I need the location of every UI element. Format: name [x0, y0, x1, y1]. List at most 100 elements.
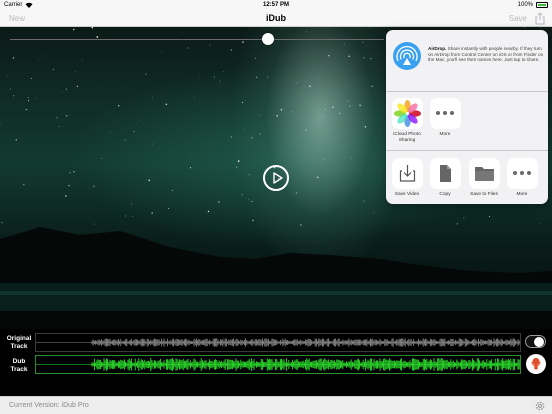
scrub-slider-track[interactable] — [10, 39, 384, 40]
star — [22, 183, 25, 186]
star — [28, 100, 30, 102]
share-sheet: AirDrop. Share instantly with people nea… — [386, 30, 548, 204]
share-app-icloud-photo-sharing[interactable]: iCloud Photo Sharing — [388, 98, 426, 144]
star — [44, 55, 46, 57]
play-button[interactable] — [263, 165, 289, 191]
action-save-video[interactable]: Save Video — [388, 158, 426, 198]
star — [295, 82, 297, 84]
star — [91, 27, 94, 29]
star — [540, 27, 541, 29]
star — [30, 77, 32, 79]
star — [363, 57, 365, 59]
star — [259, 133, 261, 135]
share-app-label: More — [439, 132, 451, 137]
action-copy[interactable]: Copy — [426, 158, 464, 198]
save-button[interactable]: Save — [509, 14, 527, 23]
action-more[interactable]: More — [503, 158, 541, 198]
action-save-to-files[interactable]: Save to Files — [465, 158, 503, 198]
star — [213, 76, 215, 78]
star — [316, 176, 319, 179]
gear-icon[interactable] — [534, 400, 546, 412]
share-icon[interactable] — [534, 12, 546, 25]
star — [93, 185, 95, 187]
star — [73, 28, 75, 31]
star — [190, 167, 192, 169]
star — [370, 58, 372, 60]
star — [92, 34, 94, 35]
star — [7, 75, 8, 77]
mountain-silhouette — [0, 227, 552, 329]
star — [237, 160, 240, 162]
star — [348, 55, 351, 58]
star — [305, 31, 307, 33]
star — [65, 88, 67, 90]
star — [139, 121, 141, 123]
battery-icon — [536, 2, 548, 8]
star — [198, 76, 200, 78]
star — [13, 95, 15, 97]
star — [332, 106, 334, 109]
action-label: Copy — [439, 192, 451, 197]
star — [219, 80, 221, 82]
dub-waveform-graphic — [36, 358, 520, 371]
star — [305, 129, 307, 131]
action-label: Save to Files — [470, 192, 498, 197]
original-track-label: Original Track — [6, 335, 32, 350]
audio-tracks: Original Track Dub Track — [0, 329, 552, 396]
airdrop-description: AirDrop. Share instantly with people nea… — [428, 46, 544, 63]
photos-icon — [391, 98, 423, 129]
star — [124, 139, 126, 141]
more-icon — [429, 98, 461, 129]
more-icon — [506, 158, 538, 189]
star — [359, 104, 361, 107]
star — [244, 128, 245, 129]
star — [133, 130, 135, 132]
star — [223, 71, 224, 73]
share-app-more[interactable]: More — [426, 98, 464, 138]
star — [101, 158, 102, 159]
star — [254, 57, 256, 59]
star — [339, 112, 341, 114]
status-time: 12:57 PM — [262, 2, 289, 8]
star — [136, 123, 138, 124]
star — [291, 111, 292, 112]
star — [301, 92, 303, 94]
star — [336, 103, 338, 105]
star — [323, 114, 324, 116]
star — [56, 116, 58, 119]
star — [165, 103, 168, 106]
star — [295, 192, 298, 194]
dub-track-label: Dub Track — [10, 358, 28, 373]
star — [369, 27, 370, 28]
airdrop-title: AirDrop. — [428, 46, 447, 51]
original-track-waveform[interactable] — [35, 333, 521, 352]
star — [171, 189, 173, 191]
star — [25, 108, 27, 111]
star — [242, 101, 244, 103]
folder-icon — [468, 158, 500, 189]
new-button[interactable]: New — [9, 14, 25, 23]
record-button[interactable] — [526, 354, 546, 374]
status-bar: Carrier 12:57 PM 100% — [0, 0, 552, 10]
page-title: iDub — [266, 13, 286, 23]
star — [65, 195, 67, 197]
star — [323, 158, 325, 160]
star — [235, 166, 238, 168]
airdrop-section[interactable]: AirDrop. Share instantly with people nea… — [386, 30, 548, 92]
battery-percent: 100% — [517, 2, 533, 8]
share-app-label: iCloud Photo Sharing — [393, 132, 421, 143]
original-track-toggle[interactable] — [525, 335, 546, 348]
star — [209, 44, 211, 46]
star — [364, 125, 367, 128]
star — [180, 128, 182, 130]
star — [69, 171, 71, 174]
dub-track-waveform[interactable] — [35, 355, 521, 374]
original-waveform-graphic — [36, 338, 520, 347]
star — [65, 114, 68, 117]
star — [190, 152, 191, 154]
mic-icon — [531, 357, 541, 370]
star — [0, 123, 1, 125]
scrub-slider-thumb[interactable] — [262, 33, 274, 45]
star — [148, 179, 150, 182]
star — [58, 125, 60, 127]
